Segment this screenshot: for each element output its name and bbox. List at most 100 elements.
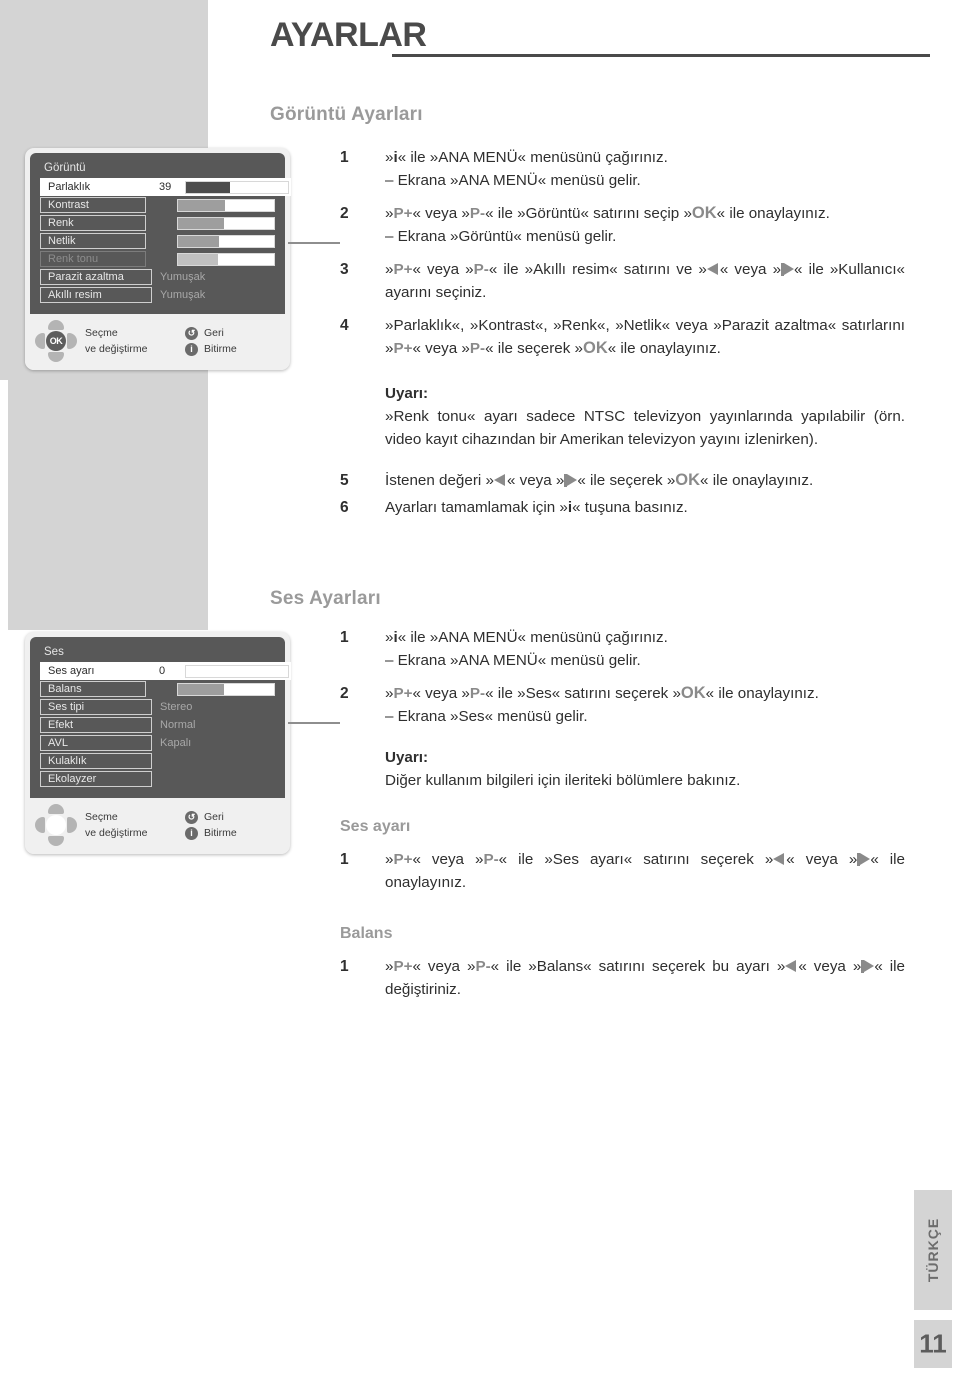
osd-bar[interactable] [185, 664, 289, 678]
step-text-b: « ile »Ses ayarı« satırını seçerek » [498, 851, 774, 868]
osd-bar [177, 252, 275, 266]
dpad-up-icon[interactable] [48, 320, 64, 330]
step-number: 3 [340, 261, 349, 278]
sound-footer-actions: ↺ Geri i Bitirme [185, 809, 237, 841]
osd-bar[interactable] [177, 682, 275, 696]
decorative-grey-panel-mid [8, 380, 208, 630]
osd-row-parlaklik[interactable]: Parlaklık 39 [40, 178, 291, 196]
dpad-left-icon[interactable] [35, 333, 45, 349]
osd-bar[interactable] [177, 234, 275, 248]
osd-row-akilli-resim[interactable]: Akıllı resim Yumuşak [40, 287, 275, 303]
step-text-b: « ile »Akıllı resim« satırını ve » [488, 261, 707, 278]
footer-select-line2: ve değiştirme [85, 343, 148, 355]
osd-row-kulaklik[interactable]: Kulaklık [40, 753, 275, 769]
osd-row-netlik[interactable]: Netlik [40, 233, 275, 249]
footer-finish-label: Bitirme [204, 343, 237, 355]
osd-label: Renk tonu [40, 251, 146, 267]
sound-step-1: 1 »i« ile »ANA MENÜ« menüsünü çağırınız.… [340, 626, 905, 672]
key-p-plus: P+ [393, 958, 413, 975]
page-number: 11 [919, 1328, 947, 1359]
osd-text-value: Stereo [160, 701, 193, 713]
step-text: »P+« veya »P-« ile »Görüntü« satırını se… [385, 204, 830, 222]
page-number-box: 11 [914, 1320, 952, 1368]
balance-sub-heading: Balans [340, 925, 393, 942]
picture-footer-actions: ↺ Geri i Bitirme [185, 325, 237, 357]
step-text: »Parlaklık«, »Kontrast«, »Renk«, »Netlik… [385, 314, 905, 360]
step-number: 1 [340, 958, 349, 975]
volume-instruction-list: 1 »P+« veya »P-« ile »Ses ayarı« satırın… [340, 848, 905, 894]
osd-value: 39 [159, 181, 172, 193]
step-text-a: « veya » [412, 205, 470, 222]
osd-row-ekolayzer[interactable]: Ekolayzer [40, 771, 275, 787]
footer-finish-row[interactable]: i Bitirme [185, 825, 237, 841]
osd-row-renk[interactable]: Renk [40, 215, 275, 231]
key-p-minus: P- [475, 958, 491, 975]
key-ok: OK [675, 471, 701, 489]
step-subtext: – Ekrana »Ses« menüsü gelir. [385, 708, 588, 725]
sound-osd-menu[interactable]: Ses Ses ayarı 0 Balans Ses tipi Stereo E… [25, 632, 291, 854]
arrow-left-icon [493, 474, 507, 487]
step-text-c: « ile onaylayınız. [716, 205, 830, 222]
osd-label: Netlik [40, 233, 146, 249]
dpad-center-button[interactable] [46, 815, 66, 835]
picture-footer-select-text: Seçme ve değiştirme [77, 325, 185, 357]
picture-step-3: 3 »P+« veya »P-« ile »Akıllı resim« satı… [340, 258, 905, 304]
volume-step-1: 1 »P+« veya »P-« ile »Ses ayarı« satırın… [340, 848, 905, 894]
picture-step-1: 1 »i« ile »ANA MENÜ« menüsünü çağırınız.… [340, 146, 905, 192]
step-text-c: « ile seçerek » [577, 472, 676, 489]
footer-back-row[interactable]: ↺ Geri [185, 809, 237, 825]
dpad-ok-button[interactable]: OK [46, 331, 66, 351]
osd-row-kontrast[interactable]: Kontrast [40, 197, 275, 213]
sound-osd-title: Ses [44, 646, 64, 658]
osd-row-balans[interactable]: Balans [40, 681, 275, 697]
osd-bar[interactable] [185, 180, 289, 194]
sound-osd-body: Ses Ses ayarı 0 Balans Ses tipi Stereo E… [30, 637, 291, 798]
picture-step-2: 2 »P+« veya »P-« ile »Görüntü« satırını … [340, 202, 905, 248]
balance-step-1: 1 »P+« veya »P-« ile »Balans« satırını s… [340, 955, 905, 1001]
osd-row-avl[interactable]: AVL Kapalı [40, 735, 275, 751]
dpad-up-icon[interactable] [48, 804, 64, 814]
dpad-right-icon[interactable] [67, 333, 77, 349]
picture-step-5: 5 İstenen değeri » « veya » « ile seçerek … [340, 469, 905, 492]
step-text-c: « ile seçerek » [485, 340, 583, 357]
osd-text-value: Normal [160, 719, 196, 731]
sound-leader-line [288, 722, 340, 724]
step-text-a: « ile »ANA MENÜ« menüsünü çağırınız. [397, 149, 668, 166]
key-p-plus: P+ [393, 340, 413, 357]
step-text-d: « ile onaylayınız. [607, 340, 721, 357]
osd-row-ses-tipi[interactable]: Ses tipi Stereo [40, 699, 275, 715]
osd-row-efekt[interactable]: Efekt Normal [40, 717, 275, 733]
note-body: »Renk tonu« ayarı sadece NTSC televizyon… [385, 408, 905, 448]
key-p-minus: P- [469, 685, 486, 702]
dpad-icon[interactable] [35, 804, 77, 846]
dpad-icon[interactable]: OK [35, 320, 77, 362]
footer-select-line1: Seçme [85, 811, 118, 823]
step-text: »P+« veya »P-« ile »Ses ayarı« satırını … [385, 851, 905, 891]
osd-bar[interactable] [177, 216, 275, 230]
dpad-down-icon[interactable] [48, 836, 64, 846]
step-number: 4 [340, 317, 349, 334]
osd-label: Ses tipi [40, 699, 152, 715]
arrow-right-icon [857, 853, 871, 866]
language-tab-label: TÜRKÇE [925, 1217, 941, 1283]
osd-bar[interactable] [177, 198, 275, 212]
picture-osd-rows: Parlaklık 39 Kontrast Renk Netlik Renk t… [40, 178, 291, 303]
dpad-down-icon[interactable] [48, 352, 64, 362]
step-text-a: İstenen değeri » [385, 472, 494, 489]
picture-instruction-list: 1 »i« ile »ANA MENÜ« menüsünü çağırınız.… [340, 146, 905, 519]
language-tab: TÜRKÇE [914, 1190, 952, 1310]
footer-back-row[interactable]: ↺ Geri [185, 325, 237, 341]
key-p-plus: P+ [393, 685, 413, 702]
picture-osd-body: Görüntü Parlaklık 39 Kontrast Renk Netli… [30, 153, 291, 314]
osd-row-ses-ayari[interactable]: Ses ayarı 0 [40, 662, 291, 680]
dpad-right-icon[interactable] [67, 817, 77, 833]
footer-finish-row[interactable]: i Bitirme [185, 341, 237, 357]
osd-label: AVL [40, 735, 152, 751]
note-body: Diğer kullanım bilgileri için ileriteki … [385, 772, 741, 789]
balance-instruction-list: 1 »P+« veya »P-« ile »Balans« satırını s… [340, 955, 905, 1001]
picture-osd-menu[interactable]: Görüntü Parlaklık 39 Kontrast Renk Netli… [25, 148, 291, 370]
step-number: 6 [340, 499, 349, 516]
dpad-left-icon[interactable] [35, 817, 45, 833]
osd-row-parazit-azaltma[interactable]: Parazit azaltma Yumuşak [40, 269, 275, 285]
info-icon: i [185, 342, 198, 356]
